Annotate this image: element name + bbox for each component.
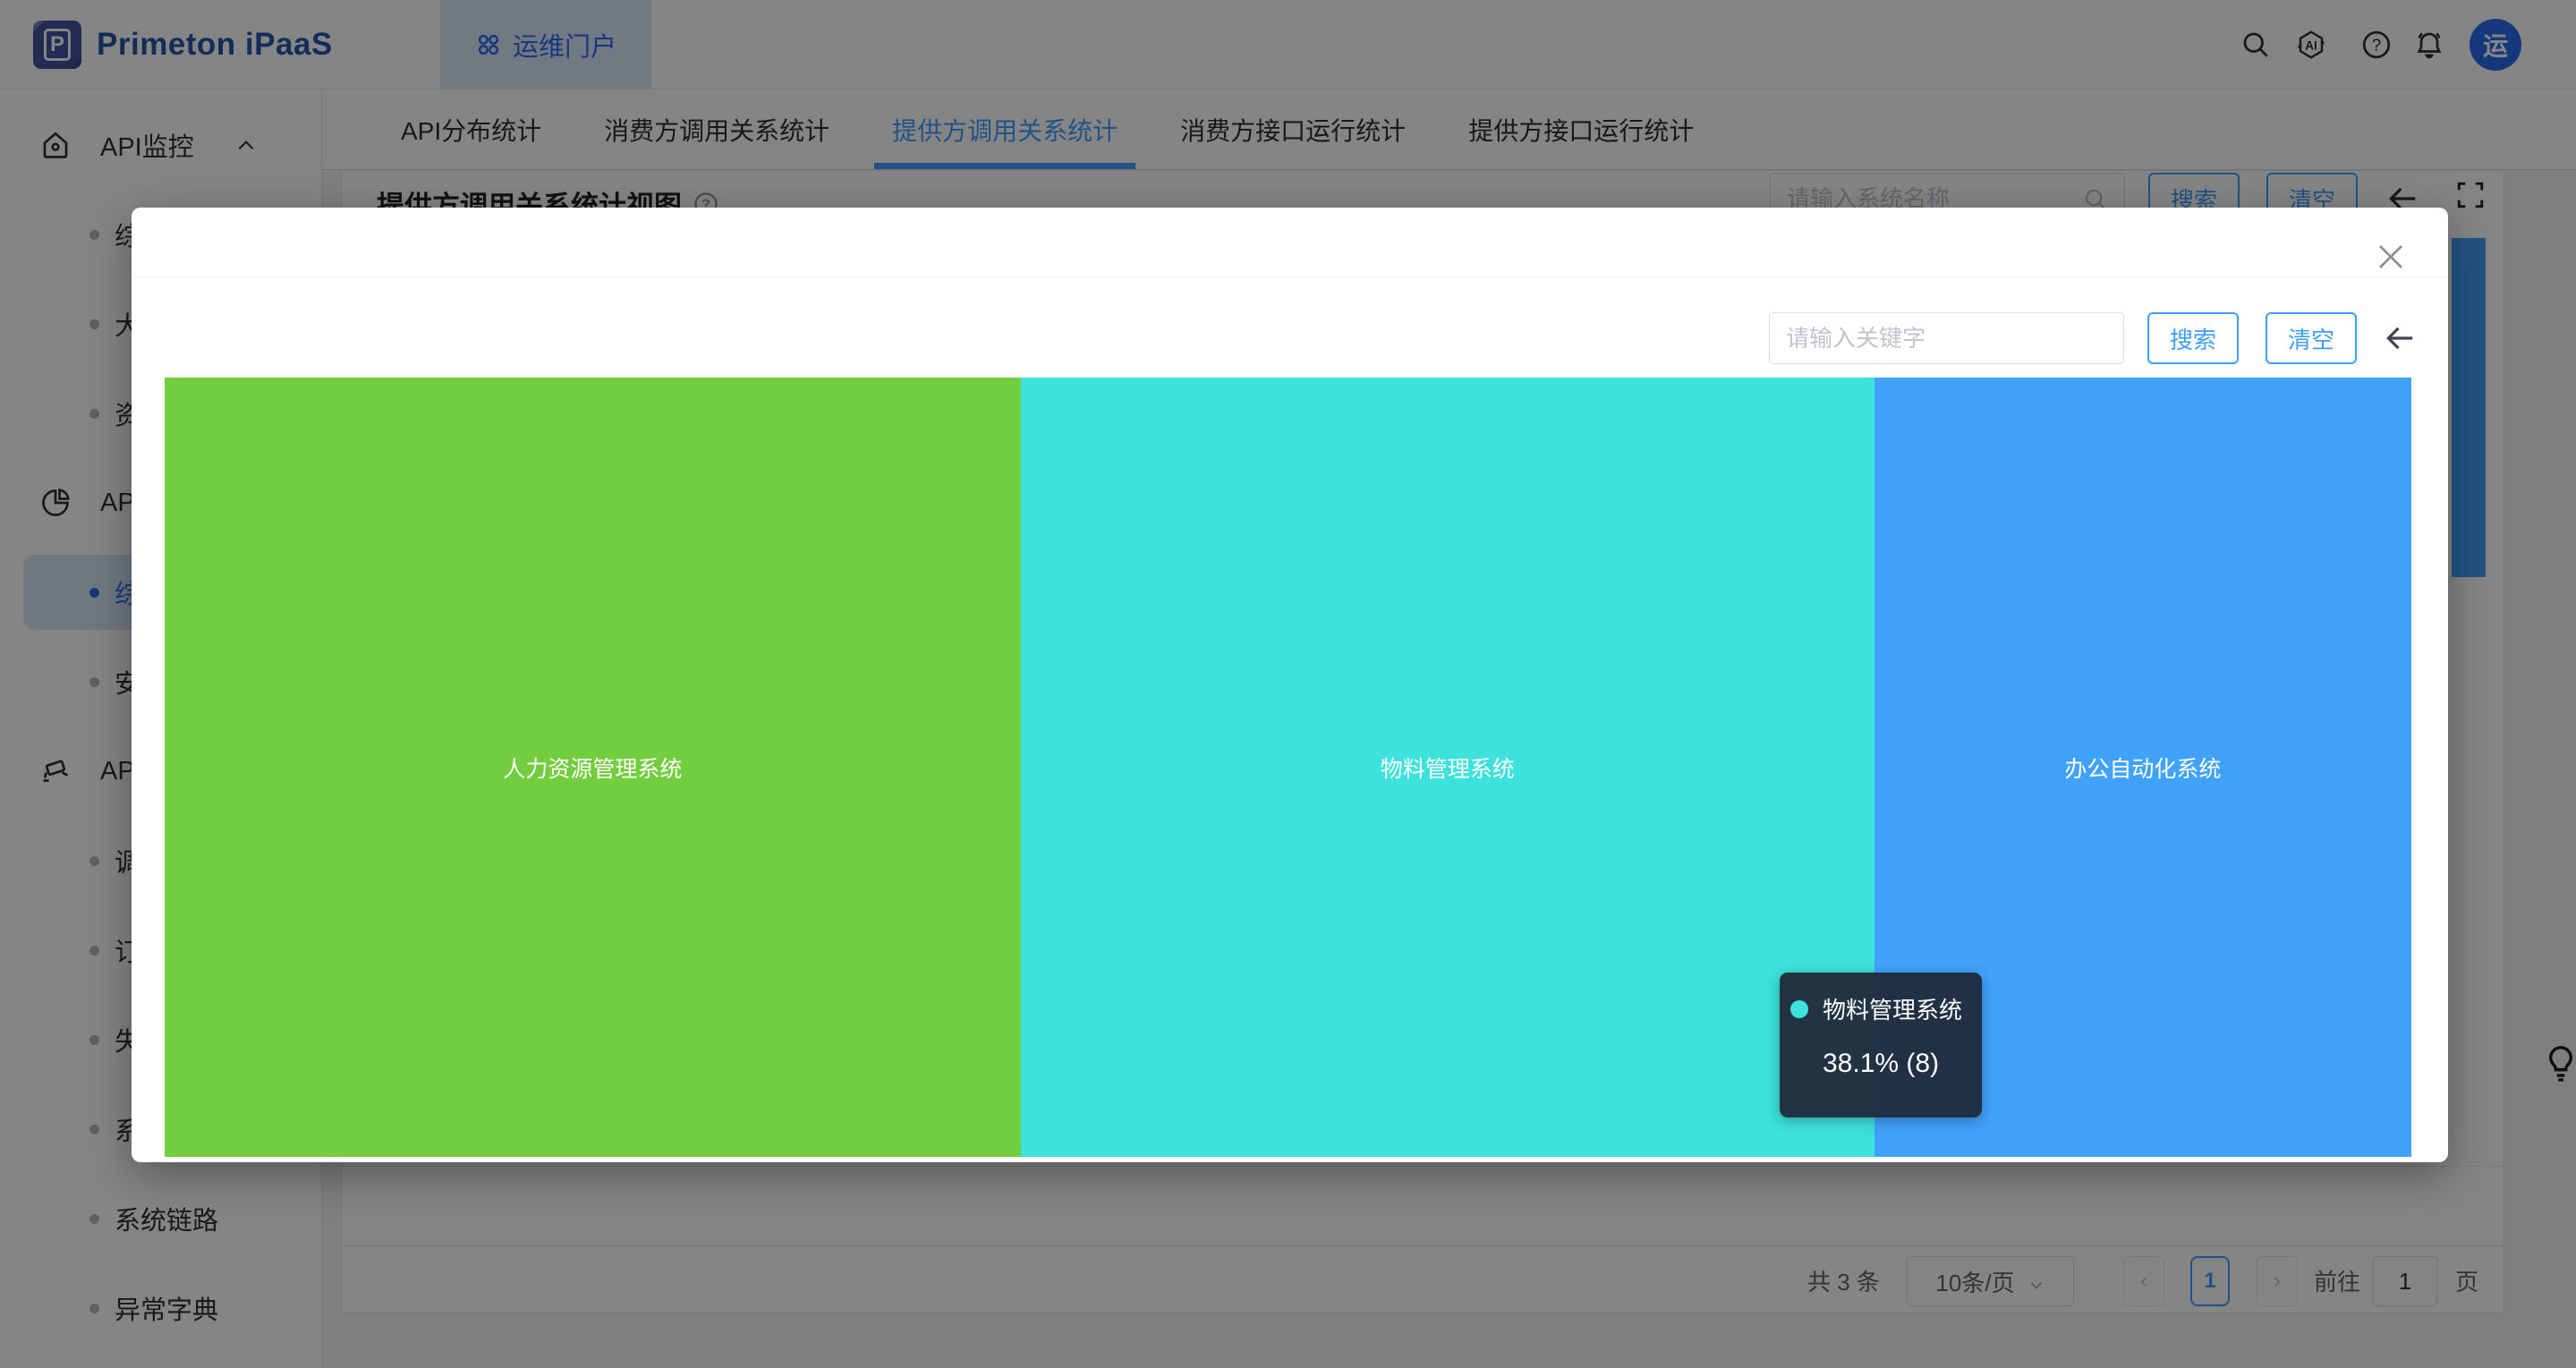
treemap-block-label: 办公自动化系统 (2064, 752, 2221, 784)
treemap-block-label: 人力资源管理系统 (503, 752, 682, 784)
tooltip-series-dot (1790, 1000, 1808, 1018)
treemap-block-1[interactable]: 物料管理系统 (1021, 378, 1875, 1157)
treemap-block-label: 物料管理系统 (1381, 752, 1515, 784)
chart-tooltip: 物料管理系统 38.1% (8) (1780, 973, 1982, 1117)
modal-header (132, 208, 2448, 277)
tooltip-value: 38.1% (8) (1823, 1049, 1982, 1079)
screen: P Primeton iPaaS 运维门户 AI ? 运 API监控综大资API… (0, 0, 2576, 1368)
modal-clear-button[interactable]: 清空 (2266, 312, 2357, 364)
modal-back-arrow-icon[interactable] (2383, 321, 2417, 355)
close-icon[interactable] (2375, 241, 2407, 273)
treemap-block-0[interactable]: 人力资源管理系统 (165, 378, 1021, 1157)
modal-search-button[interactable]: 搜索 (2147, 312, 2239, 364)
treemap-detail-modal: 搜索 清空 人力资源管理系统物料管理系统办公自动化系统 物料管理系统 38.1%… (132, 208, 2448, 1162)
tooltip-series-name: 物料管理系统 (1823, 992, 1962, 1025)
tooltip-series-line: 物料管理系统 (1790, 992, 1982, 1025)
keyword-search-input[interactable] (1769, 312, 2124, 364)
treemap-chart: 人力资源管理系统物料管理系统办公自动化系统 (165, 378, 2411, 1157)
